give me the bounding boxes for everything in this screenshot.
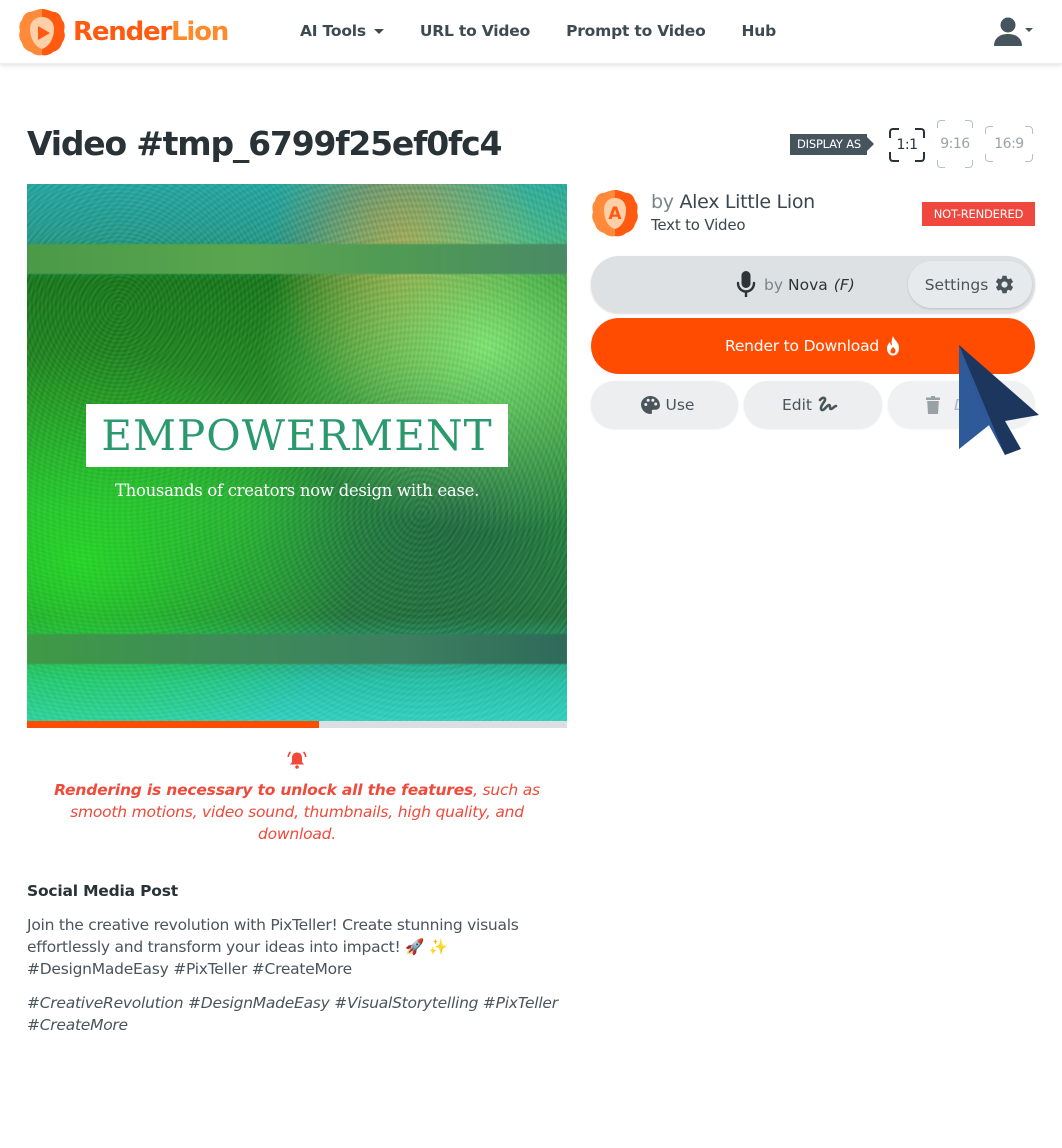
edit-button[interactable]: Edit <box>744 381 882 428</box>
ratio-1-1-button[interactable]: 1:1 <box>889 128 925 162</box>
ratio-label: 9:16 <box>940 136 970 152</box>
ratio-16-9-button[interactable]: 16:9 <box>985 126 1033 162</box>
voice-settings-button[interactable]: Settings <box>908 261 1032 308</box>
status-badge: NOT-RENDERED <box>922 202 1035 226</box>
navbar: RenderLion AI Tools URL to Video Prompt … <box>0 0 1062 64</box>
signature-icon <box>818 396 838 411</box>
nav-ai-tools-label: AI Tools <box>300 22 366 40</box>
avatar-letter: A <box>608 204 622 224</box>
settings-label: Settings <box>924 275 989 294</box>
nav-ai-tools[interactable]: AI Tools <box>300 22 384 40</box>
voice-selector[interactable]: by Nova (F) <box>736 271 855 298</box>
brand-logo[interactable]: RenderLion <box>17 7 229 57</box>
brand-name: RenderLion <box>73 17 229 47</box>
corner <box>915 152 925 162</box>
user-icon <box>994 17 1022 46</box>
corner <box>965 120 973 128</box>
social-post-body: Join the creative revolution with PixTel… <box>27 916 519 978</box>
user-menu[interactable] <box>993 17 1033 46</box>
author-name[interactable]: Alex Little Lion <box>679 191 815 213</box>
corner <box>1025 154 1033 162</box>
nav-hub[interactable]: Hub <box>742 22 777 40</box>
ratio-9-16-button[interactable]: 9:16 <box>937 120 973 168</box>
video-headline-box: EMPOWERMENT <box>86 404 508 467</box>
social-post-title: Social Media Post <box>27 882 178 900</box>
use-button[interactable]: Use <box>591 381 738 428</box>
voice-gender: (F) <box>833 275 855 294</box>
author-by-label: by <box>651 191 674 213</box>
video-headline: EMPOWERMENT <box>101 411 493 460</box>
nav-prompt-to-video-label: Prompt to Video <box>566 22 706 40</box>
nav-url-to-video[interactable]: URL to Video <box>420 22 530 40</box>
page-title: Video #tmp_6799f25ef0fc4 <box>27 124 502 163</box>
corner <box>889 128 899 138</box>
display-as-label: DISPLAY AS <box>790 134 874 155</box>
bell-icon <box>287 751 307 769</box>
gear-icon <box>996 275 1014 294</box>
ratio-label: 16:9 <box>994 136 1024 152</box>
corner <box>1025 126 1033 134</box>
brand-name-part2: Lion <box>171 17 229 47</box>
video-progress-bar[interactable] <box>27 721 567 728</box>
render-notice: Rendering is necessary to unlock all the… <box>47 779 547 845</box>
mouse-pointer-icon <box>959 345 1039 455</box>
voice-name: Nova <box>788 275 828 294</box>
nav-hub-label: Hub <box>741 22 777 40</box>
video-subtitle: Thousands of creators now design with ea… <box>114 481 480 500</box>
social-post-tags: #CreativeRevolution #DesignMadeEasy #Vis… <box>27 994 558 1034</box>
corner <box>889 152 899 162</box>
corner <box>937 120 945 128</box>
video-band <box>27 244 567 274</box>
palette-icon <box>640 395 660 414</box>
renderlion-logo-icon <box>19 9 65 56</box>
voice-bar: by Nova (F) Settings <box>591 256 1035 313</box>
caret-down-icon <box>373 28 384 34</box>
caret-down-icon <box>1025 27 1033 32</box>
use-label: Use <box>665 395 695 414</box>
corner <box>985 126 993 134</box>
nav-url-to-video-label: URL to Video <box>419 22 531 40</box>
corner <box>915 128 925 138</box>
author-avatar[interactable]: A <box>591 189 639 237</box>
voice-by-label: by <box>764 275 784 294</box>
fire-icon <box>887 336 900 356</box>
render-label: Render to Download <box>724 337 880 355</box>
main-nav: AI Tools URL to Video Prompt to Video Hu… <box>300 22 812 40</box>
video-band <box>27 634 567 664</box>
author-line: by Alex Little Lion <box>651 191 815 213</box>
video-progress-fill <box>27 721 319 728</box>
render-notice-bold: Rendering is necessary to unlock all the… <box>54 781 474 799</box>
nav-prompt-to-video[interactable]: Prompt to Video <box>566 22 706 40</box>
video-preview[interactable]: EMPOWERMENT Thousands of creators now de… <box>27 184 567 724</box>
ratio-label: 1:1 <box>896 137 918 153</box>
brand-name-part1: Render <box>73 17 172 47</box>
corner <box>965 160 973 168</box>
video-type: Text to Video <box>651 216 746 234</box>
corner <box>937 160 945 168</box>
edit-label: Edit <box>781 395 813 414</box>
trash-icon <box>926 395 940 414</box>
microphone-icon <box>736 271 756 297</box>
corner <box>985 154 993 162</box>
